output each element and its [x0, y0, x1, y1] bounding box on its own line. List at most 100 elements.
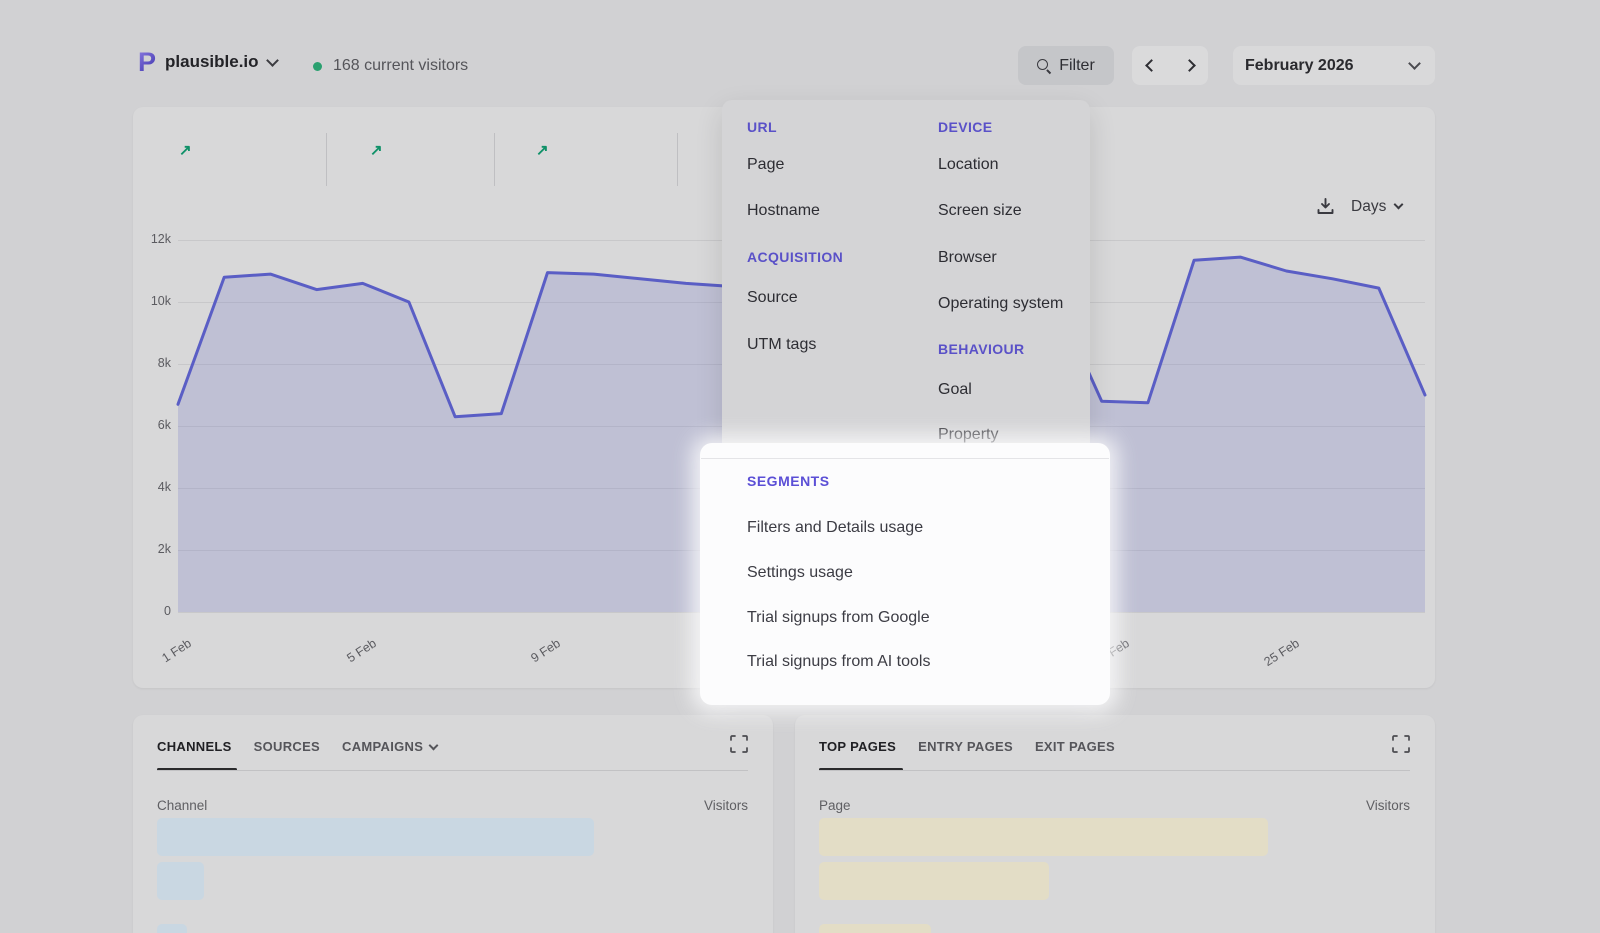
table-column-headers: Page Visitors	[819, 798, 1410, 813]
filter-button-label: Filter	[1059, 57, 1095, 75]
stat-total-pageviews[interactable]: ↗	[524, 132, 551, 159]
date-picker-label: February 2026	[1245, 57, 1354, 75]
filter-item-screen-size[interactable]: Screen size	[938, 202, 1022, 220]
plausible-dashboard: P plausible.io 168 current visitors Filt…	[0, 0, 1600, 933]
trend-up-icon: ↗	[370, 142, 383, 159]
tabs-divider	[819, 770, 1410, 771]
menu-divider	[701, 458, 1109, 459]
chevron-left-icon	[1145, 59, 1158, 72]
stat-divider	[494, 133, 495, 186]
expand-icon[interactable]	[730, 735, 748, 753]
stat-change: ↗	[179, 141, 194, 159]
expand-icon[interactable]	[1392, 735, 1410, 753]
stat-change: ↗	[370, 141, 385, 159]
row-bar	[157, 862, 204, 900]
segment-item-filters-and-details-usage[interactable]: Filters and Details usage	[747, 519, 923, 537]
stat-change: ↗	[536, 141, 551, 159]
site-name: plausible.io	[165, 52, 259, 72]
segment-item-trial-signups-from-ai-tools[interactable]: Trial signups from AI tools	[747, 653, 930, 671]
filter-section-device: DEVICE	[938, 119, 993, 135]
next-period-button[interactable]	[1170, 46, 1208, 85]
column-header-right: Visitors	[704, 798, 748, 813]
filter-button[interactable]: Filter	[1018, 46, 1114, 85]
tab-campaigns[interactable]: CAMPAIGNS	[342, 739, 437, 754]
table-row-partial[interactable]	[819, 924, 1410, 933]
chevron-right-icon	[1183, 59, 1196, 72]
segments-heading: SEGMENTS	[747, 473, 830, 489]
row-bar	[157, 924, 187, 933]
chevron-down-icon	[429, 740, 439, 750]
table-row-organic-search[interactable]	[157, 862, 748, 900]
column-header-left: Page	[819, 798, 851, 813]
x-axis-tick: 25 Feb	[1236, 636, 1302, 686]
y-axis-tick: 0	[133, 604, 171, 618]
filter-item-hostname[interactable]: Hostname	[747, 202, 820, 220]
tab-sources[interactable]: SOURCES	[254, 739, 320, 754]
trend-up-icon: ↗	[179, 142, 192, 159]
chevron-down-icon	[1408, 57, 1421, 70]
chart-controls: Days	[1316, 197, 1402, 216]
stat-total-visits[interactable]: ↗	[358, 132, 385, 159]
segment-item-trial-signups-from-google[interactable]: Trial signups from Google	[747, 609, 930, 627]
y-axis-tick: 4k	[133, 480, 171, 494]
filter-section-url: URL	[747, 119, 777, 135]
trend-up-icon: ↗	[536, 142, 549, 159]
filter-item-location[interactable]: Location	[938, 156, 999, 174]
filter-item-operating-system[interactable]: Operating system	[938, 295, 1063, 313]
current-visitors-label: 168 current visitors	[333, 57, 468, 75]
filter-item-utm-tags[interactable]: UTM tags	[747, 336, 816, 354]
column-header-right: Visitors	[1366, 798, 1410, 813]
tab-entry-pages[interactable]: ENTRY PAGES	[918, 739, 1013, 754]
filter-item-property[interactable]: Property	[938, 426, 998, 444]
y-axis-tick: 8k	[133, 356, 171, 370]
interval-label: Days	[1351, 198, 1386, 216]
table-column-headers: Channel Visitors	[157, 798, 748, 813]
channels-card: CHANNELS SOURCES CAMPAIGNS Channel Visitor…	[133, 715, 773, 933]
x-axis-tick: 5 Feb	[312, 636, 378, 686]
stat-duration[interactable]	[1112, 132, 1124, 141]
channels-tabs: CHANNELS SOURCES CAMPAIGNS	[157, 736, 748, 756]
y-axis-tick: 2k	[133, 542, 171, 556]
x-axis-tick: 9 Feb	[497, 636, 563, 686]
chevron-down-icon	[266, 54, 279, 67]
y-axis-tick: 10k	[133, 294, 171, 308]
filter-item-browser[interactable]: Browser	[938, 249, 997, 267]
interval-picker[interactable]: Days	[1351, 198, 1402, 216]
y-axis-tick: 12k	[133, 232, 171, 246]
table-row-sites[interactable]	[819, 862, 1410, 900]
tab-exit-pages[interactable]: EXIT PAGES	[1035, 739, 1115, 754]
stat-divider	[677, 133, 678, 186]
table-row-direct[interactable]	[157, 818, 748, 856]
prev-period-button[interactable]	[1132, 46, 1170, 85]
filter-item-source[interactable]: Source	[747, 289, 798, 307]
filter-item-page[interactable]: Page	[747, 156, 784, 174]
filter-section-behaviour: BEHAVIOUR	[938, 341, 1025, 357]
filter-item-goal[interactable]: Goal	[938, 381, 972, 399]
pages-card: TOP PAGES ENTRY PAGES EXIT PAGES Page Visi…	[795, 715, 1435, 933]
chevron-down-icon	[1394, 200, 1404, 210]
site-picker[interactable]: P plausible.io	[138, 50, 277, 74]
stat-unique-visitors[interactable]: ↗	[167, 132, 194, 159]
pages-tabs: TOP PAGES ENTRY PAGES EXIT PAGES	[819, 736, 1410, 756]
download-icon[interactable]	[1316, 197, 1335, 216]
y-axis-tick: 6k	[133, 418, 171, 432]
x-axis-tick: 1 Feb	[127, 636, 193, 686]
table-row-partial[interactable]	[157, 924, 748, 933]
date-picker-button[interactable]: February 2026	[1233, 46, 1435, 85]
period-nav	[1132, 46, 1208, 85]
column-header-left: Channel	[157, 798, 207, 813]
tab-channels[interactable]: CHANNELS	[157, 739, 232, 754]
table-row-dashboard[interactable]	[819, 818, 1410, 856]
live-dot-icon	[313, 62, 322, 71]
row-bar	[819, 818, 1268, 856]
filter-section-acquisition: ACQUISITION	[747, 249, 843, 265]
stat-divider	[326, 133, 327, 186]
row-bar	[819, 924, 931, 933]
row-bar	[819, 862, 1049, 900]
plausible-logo-icon: P	[138, 50, 156, 74]
row-bar	[157, 818, 594, 856]
tab-top-pages[interactable]: TOP PAGES	[819, 739, 896, 754]
current-visitors-link[interactable]: 168 current visitors	[313, 57, 468, 75]
search-icon	[1037, 59, 1051, 73]
segment-item-settings-usage[interactable]: Settings usage	[747, 564, 853, 582]
